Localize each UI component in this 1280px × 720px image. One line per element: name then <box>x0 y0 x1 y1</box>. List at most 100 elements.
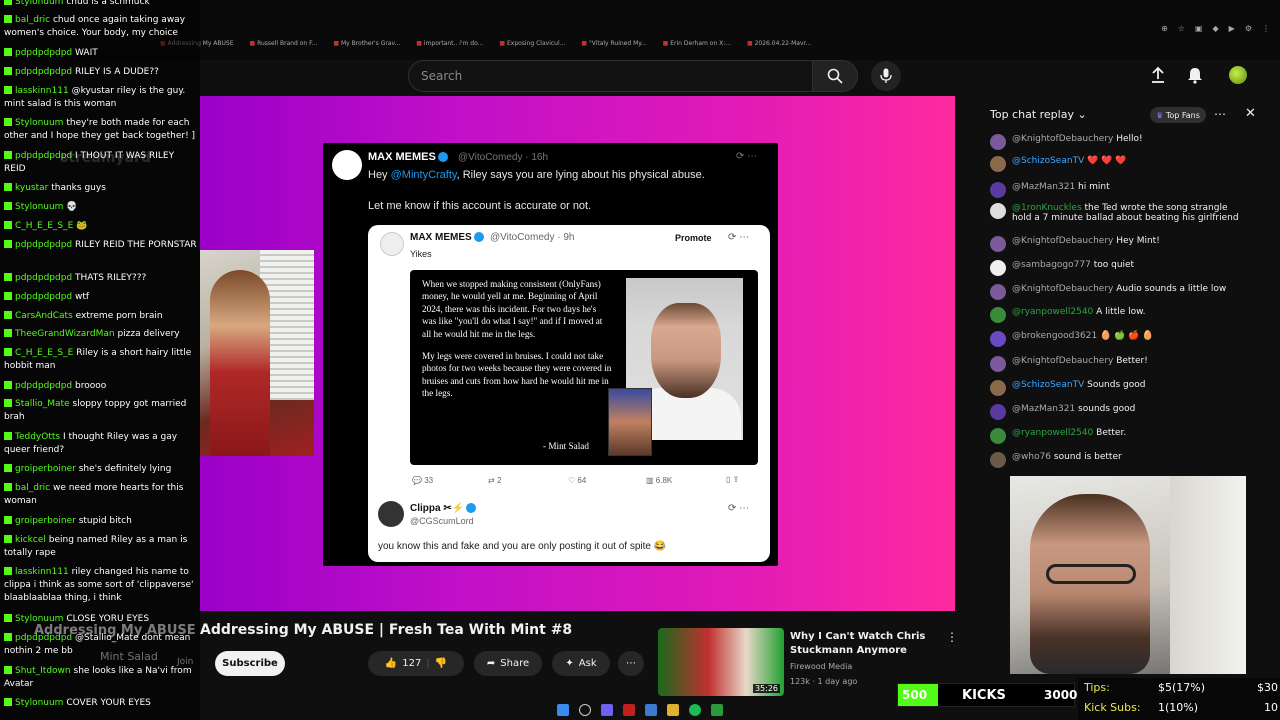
chat-author[interactable]: @ryanpowell2540 <box>1012 307 1093 317</box>
avatar[interactable] <box>990 284 1006 300</box>
app-icon[interactable] <box>623 704 635 716</box>
chat-author[interactable]: @1ronKnuckles <box>1012 203 1082 213</box>
recommended-channel[interactable]: Firewood Media <box>790 662 852 671</box>
kick-chat-user[interactable]: pdpdpdpdpd <box>15 240 72 250</box>
recommended-more-icon[interactable]: ⋮ <box>946 630 958 644</box>
ask-button[interactable]: ✦ Ask <box>552 651 610 676</box>
kick-chat-user[interactable]: Stylonuum <box>15 118 63 128</box>
avatar[interactable] <box>990 182 1006 198</box>
chat-author[interactable]: @KnightofDebauchery <box>1012 134 1113 144</box>
avatar[interactable] <box>1229 66 1247 84</box>
chat-author[interactable]: @who76 <box>1012 452 1051 462</box>
chat-author[interactable]: @KnightofDebauchery <box>1012 236 1113 246</box>
kick-chat-user[interactable]: TheeGrandWizardMan <box>15 329 115 339</box>
star-icon[interactable]: ☆ <box>1178 24 1185 33</box>
chat-author[interactable]: @ryanpowell2540 <box>1012 428 1093 438</box>
kick-chat-user[interactable]: C_H_E_E_S_E <box>15 348 73 358</box>
kick-chat-user[interactable]: groiperboiner <box>15 464 76 474</box>
chat-author[interactable]: @KnightofDebauchery <box>1012 356 1113 366</box>
join-button[interactable]: Join <box>177 657 193 667</box>
close-chat-icon[interactable]: ✕ <box>1245 106 1256 121</box>
kick-chat-user[interactable]: Stylonuum <box>15 202 63 212</box>
more-actions-button[interactable]: ⋯ <box>618 651 644 676</box>
subscribe-button[interactable]: Subscribe <box>215 651 285 676</box>
kick-chat-user[interactable]: pdpdpdpdpd <box>15 67 72 77</box>
channel-name[interactable]: Mint Salad <box>100 650 158 663</box>
avatar[interactable] <box>990 452 1006 468</box>
recommended-title[interactable]: Why I Can't Watch Chris Stuckmann Anymor… <box>790 630 940 658</box>
bookmark-item[interactable]: My Brother's Grav... <box>333 40 400 47</box>
avatar[interactable] <box>990 404 1006 420</box>
kick-chat-user[interactable]: pdpdpdpdpd <box>15 48 72 58</box>
search-input[interactable]: Search <box>408 60 812 92</box>
avatar[interactable] <box>990 260 1006 276</box>
avatar[interactable] <box>990 380 1006 396</box>
bookmarks-bar: Addressing My ABUSE Russell Brand on F..… <box>160 40 812 47</box>
kick-chat-user[interactable]: Shut_Itdown <box>15 666 71 676</box>
notifications-button[interactable] <box>1186 66 1204 88</box>
avatar[interactable] <box>990 428 1006 444</box>
kick-chat-user[interactable]: lasskinn111 <box>15 86 69 96</box>
kick-chat-user[interactable]: Stallio_Mate <box>15 399 70 409</box>
chat-author[interactable]: @brokengood3621 <box>1012 331 1097 341</box>
chat-author[interactable]: @MazMan321 <box>1012 404 1075 414</box>
bookmark-item[interactable]: Exposing Clavicul... <box>499 40 565 47</box>
avatar[interactable] <box>990 156 1006 172</box>
kick-chat-user[interactable]: pdpdpdpdpd <box>15 273 72 283</box>
extension-icon[interactable]: ▶ <box>1229 24 1235 33</box>
avatar[interactable] <box>990 307 1006 323</box>
chat-author[interactable]: @MazMan321 <box>1012 182 1075 192</box>
discord-icon[interactable] <box>601 704 613 716</box>
search-button[interactable] <box>812 60 858 92</box>
share-button[interactable]: ➦ Share <box>474 651 542 676</box>
settings-icon[interactable]: ⚙ <box>1245 24 1252 33</box>
extension-icon[interactable]: ▣ <box>1195 24 1203 33</box>
kick-chat-user[interactable]: pdpdpdpdpd <box>15 381 72 391</box>
chat-message: @KnightofDebauchery Hey Mint! <box>990 236 1246 252</box>
voice-search-button[interactable] <box>871 61 901 91</box>
upload-button[interactable] <box>1149 66 1167 88</box>
folder-icon[interactable] <box>667 704 679 716</box>
avatar[interactable] <box>990 236 1006 252</box>
avatar[interactable] <box>990 203 1006 219</box>
kick-chat-user[interactable]: bal_dric <box>15 15 50 25</box>
chat-author[interactable]: @KnightofDebauchery <box>1012 284 1113 294</box>
xbox-icon[interactable] <box>711 704 723 716</box>
search-taskbar-icon[interactable] <box>579 704 591 716</box>
kick-chat-user[interactable]: TeddyOtts <box>15 432 60 442</box>
browser-icon[interactable] <box>645 704 657 716</box>
bookmark-item[interactable]: "Vitaly Ruined My... <box>581 40 647 47</box>
chat-author[interactable]: @sambagogo777 <box>1012 260 1091 270</box>
spotify-icon[interactable] <box>689 704 701 716</box>
chat-author[interactable]: @SchizoSeanTV <box>1012 156 1084 166</box>
recommended-thumbnail[interactable]: 35:26 <box>658 628 784 696</box>
kick-chat-user[interactable]: Stylonuum <box>15 698 63 708</box>
like-dislike-group[interactable]: 👍 127 | 👎 <box>368 651 464 676</box>
windows-start-icon[interactable] <box>557 704 569 716</box>
extension-icon[interactable]: ◆ <box>1213 24 1219 33</box>
avatar[interactable] <box>990 134 1006 150</box>
kick-chat-user[interactable]: kickcel <box>15 535 46 545</box>
zoom-icon[interactable]: ⊕ <box>1161 24 1168 33</box>
bookmark-item[interactable]: important.. i'm do... <box>416 40 484 47</box>
bookmark-item[interactable]: Erin Derham on X:... <box>663 40 731 47</box>
avatar[interactable] <box>990 331 1006 347</box>
kick-chat-user[interactable]: bal_dric <box>15 483 50 493</box>
menu-icon[interactable]: ⋮ <box>1262 24 1270 33</box>
bookmark-item[interactable]: 2026.04.22-Mavr... <box>747 40 812 47</box>
kick-chat-user[interactable]: groiperboiner <box>15 516 76 526</box>
thumbs-up-icon[interactable]: 👍 <box>385 658 397 669</box>
kick-chat-user[interactable]: pdpdpdpdpd <box>15 292 72 302</box>
kick-chat-user[interactable]: CarsAndCats <box>15 311 73 321</box>
kick-chat-user[interactable]: kyustar <box>15 183 48 193</box>
kick-chat-user[interactable]: C_H_E_E_S_E <box>15 221 73 231</box>
avatar[interactable] <box>990 356 1006 372</box>
kick-chat-user[interactable]: lasskinn111 <box>15 567 69 577</box>
chat-mode-dropdown[interactable]: Top chat replay ⌄ <box>990 108 1087 121</box>
chat-author[interactable]: @SchizoSeanTV <box>1012 380 1084 390</box>
chat-menu-icon[interactable]: ⋯ <box>1214 107 1226 121</box>
top-fans-button[interactable]: ♛ Top Fans <box>1150 107 1206 123</box>
bookmark-item[interactable]: Russell Brand on F... <box>250 40 317 47</box>
thumbs-down-icon[interactable]: 👎 <box>435 658 447 669</box>
kick-chat-user[interactable]: Stylonuum <box>15 0 63 7</box>
